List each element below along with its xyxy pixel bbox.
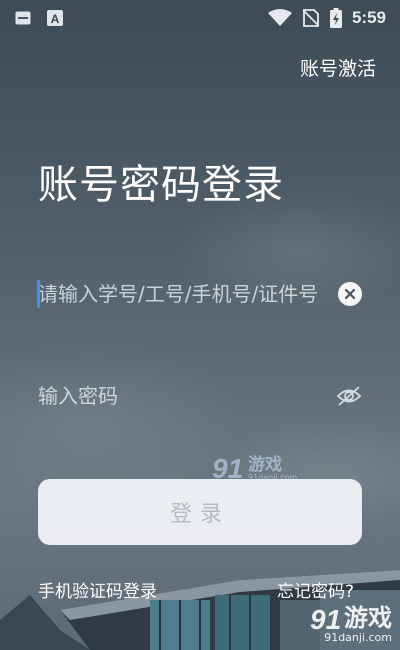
clock: 5:59 xyxy=(351,8,386,27)
svg-text:91: 91 xyxy=(212,453,243,482)
page-title: 账号密码登录 xyxy=(38,162,284,208)
eye-off-icon xyxy=(336,386,362,406)
password-input[interactable] xyxy=(38,384,336,408)
watermark-91-logo: 91 xyxy=(212,453,243,482)
close-icon xyxy=(344,288,356,300)
battery-charging-icon xyxy=(329,8,342,28)
watermark-url: 91danji.com xyxy=(248,473,298,482)
account-field xyxy=(37,274,362,314)
wifi-icon xyxy=(267,9,292,27)
font-app-icon: A xyxy=(46,9,64,27)
watermark-center: 91 游戏 91danji.com xyxy=(212,452,297,482)
text-caret xyxy=(37,280,40,308)
svg-text:91: 91 xyxy=(310,604,341,633)
app-notification-icon xyxy=(14,9,32,27)
sms-code-login-link[interactable]: 手机验证码登录 xyxy=(38,577,157,602)
watermark-91-logo-corner: 91 xyxy=(310,604,341,633)
watermark-corner: 91 游戏 91danji.com xyxy=(310,598,392,644)
watermark-brand-corner: 游戏 xyxy=(344,604,392,632)
no-sim-icon xyxy=(302,9,320,27)
account-activate-link[interactable]: 账号激活 xyxy=(300,54,376,81)
login-button[interactable]: 登录 xyxy=(38,479,362,545)
password-field xyxy=(38,376,362,416)
watermark-brand: 游戏 xyxy=(248,455,282,475)
clear-input-button[interactable] xyxy=(338,282,362,306)
status-bar: A 5:59 xyxy=(0,0,400,36)
toggle-password-visibility-button[interactable] xyxy=(336,383,362,409)
account-input[interactable] xyxy=(38,282,338,306)
svg-text:A: A xyxy=(51,12,60,26)
